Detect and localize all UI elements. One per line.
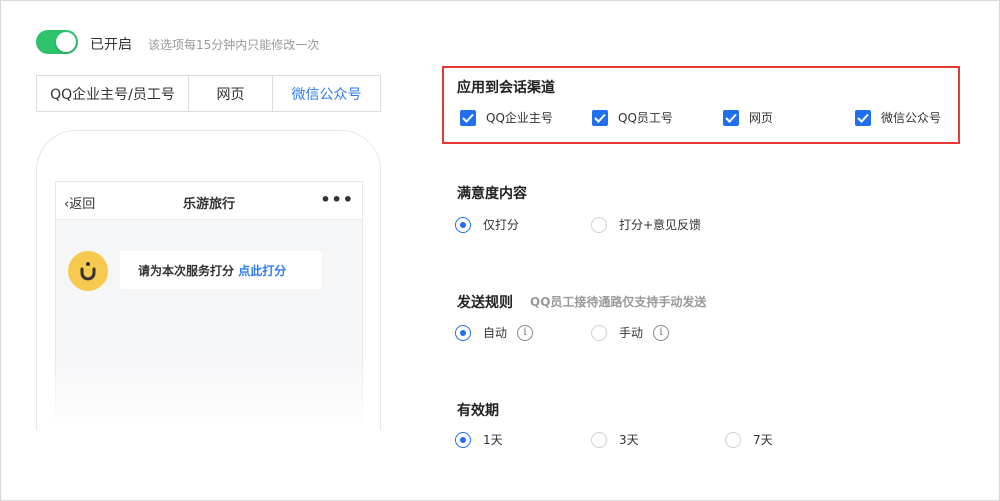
radio-manual[interactable]: 手动 i [591, 324, 670, 341]
radio-7-days[interactable]: 7天 [725, 431, 773, 448]
send-rule-hint: QQ员工接待通路仅支持手动发送 [530, 295, 707, 309]
avatar-logo-icon [80, 262, 96, 281]
enable-toggle[interactable] [36, 30, 78, 54]
toggle-hint: 该选项每15分钟内只能修改一次 [148, 38, 320, 52]
toggle-label: 已开启 [90, 37, 132, 53]
radio-selected-icon [455, 216, 471, 233]
radio-label: 仅打分 [483, 218, 520, 232]
radio-unselected-icon [591, 431, 607, 448]
radio-label: 手动 [619, 326, 644, 340]
avatar [68, 251, 108, 291]
radio-selected-icon [455, 324, 471, 341]
phone-fade [37, 350, 380, 430]
radio-unselected-icon [725, 431, 741, 448]
radio-label: 打分+意见反馈 [619, 218, 702, 232]
more-icon[interactable]: ••• [320, 190, 354, 209]
rating-text: 请为本次服务打分 [138, 264, 235, 278]
phone-preview: ‹返回 乐游旅行 ••• 请为本次服务打分 点此打分 [36, 130, 381, 430]
radio-label: 3天 [619, 433, 639, 447]
radio-3-days[interactable]: 3天 [591, 431, 639, 448]
checkbox-checked-icon [855, 109, 871, 126]
toggle-knob [56, 32, 76, 52]
radio-unselected-icon [591, 324, 607, 341]
radio-score-only[interactable]: 仅打分 [455, 216, 519, 233]
send-rule-title: 发送规则 [457, 295, 513, 311]
checkbox-checked-icon [592, 109, 608, 126]
rating-message: 请为本次服务打分 点此打分 [120, 251, 322, 289]
checkbox-label: QQ员工号 [618, 111, 673, 125]
checkbox-checked-icon [460, 109, 476, 126]
channel-tabs: QQ企业主号/员工号 网页 微信公众号 [36, 75, 381, 112]
phone-title: 乐游旅行 [182, 197, 235, 212]
radio-label: 1天 [483, 433, 503, 447]
radio-1-day[interactable]: 1天 [455, 431, 503, 448]
checkbox-web[interactable]: 网页 [723, 109, 773, 126]
radio-label: 7天 [753, 433, 773, 447]
checkbox-label: QQ企业主号 [486, 111, 553, 125]
validity-title: 有效期 [457, 403, 499, 419]
satisfaction-title: 满意度内容 [457, 186, 527, 202]
info-icon[interactable]: i [517, 324, 534, 341]
checkbox-label: 微信公众号 [881, 111, 942, 125]
checkbox-qq-main[interactable]: QQ企业主号 [460, 109, 553, 126]
radio-score-feedback[interactable]: 打分+意见反馈 [591, 216, 701, 233]
checkbox-wechat[interactable]: 微信公众号 [855, 109, 941, 126]
info-icon[interactable]: i [653, 324, 670, 341]
tab-qq[interactable]: QQ企业主号/员工号 [37, 76, 189, 111]
radio-unselected-icon [591, 216, 607, 233]
checkbox-qq-staff[interactable]: QQ员工号 [592, 109, 673, 126]
tab-wechat[interactable]: 微信公众号 [273, 76, 380, 111]
checkbox-checked-icon [723, 109, 739, 126]
phone-nav-bar: ‹返回 乐游旅行 ••• [56, 182, 362, 220]
radio-selected-icon [455, 431, 471, 448]
channels-title: 应用到会话渠道 [457, 80, 555, 96]
tab-web[interactable]: 网页 [189, 76, 273, 111]
rate-link[interactable]: 点此打分 [238, 264, 286, 278]
radio-auto[interactable]: 自动 i [455, 324, 534, 341]
radio-label: 自动 [483, 326, 508, 340]
checkbox-label: 网页 [749, 111, 774, 125]
